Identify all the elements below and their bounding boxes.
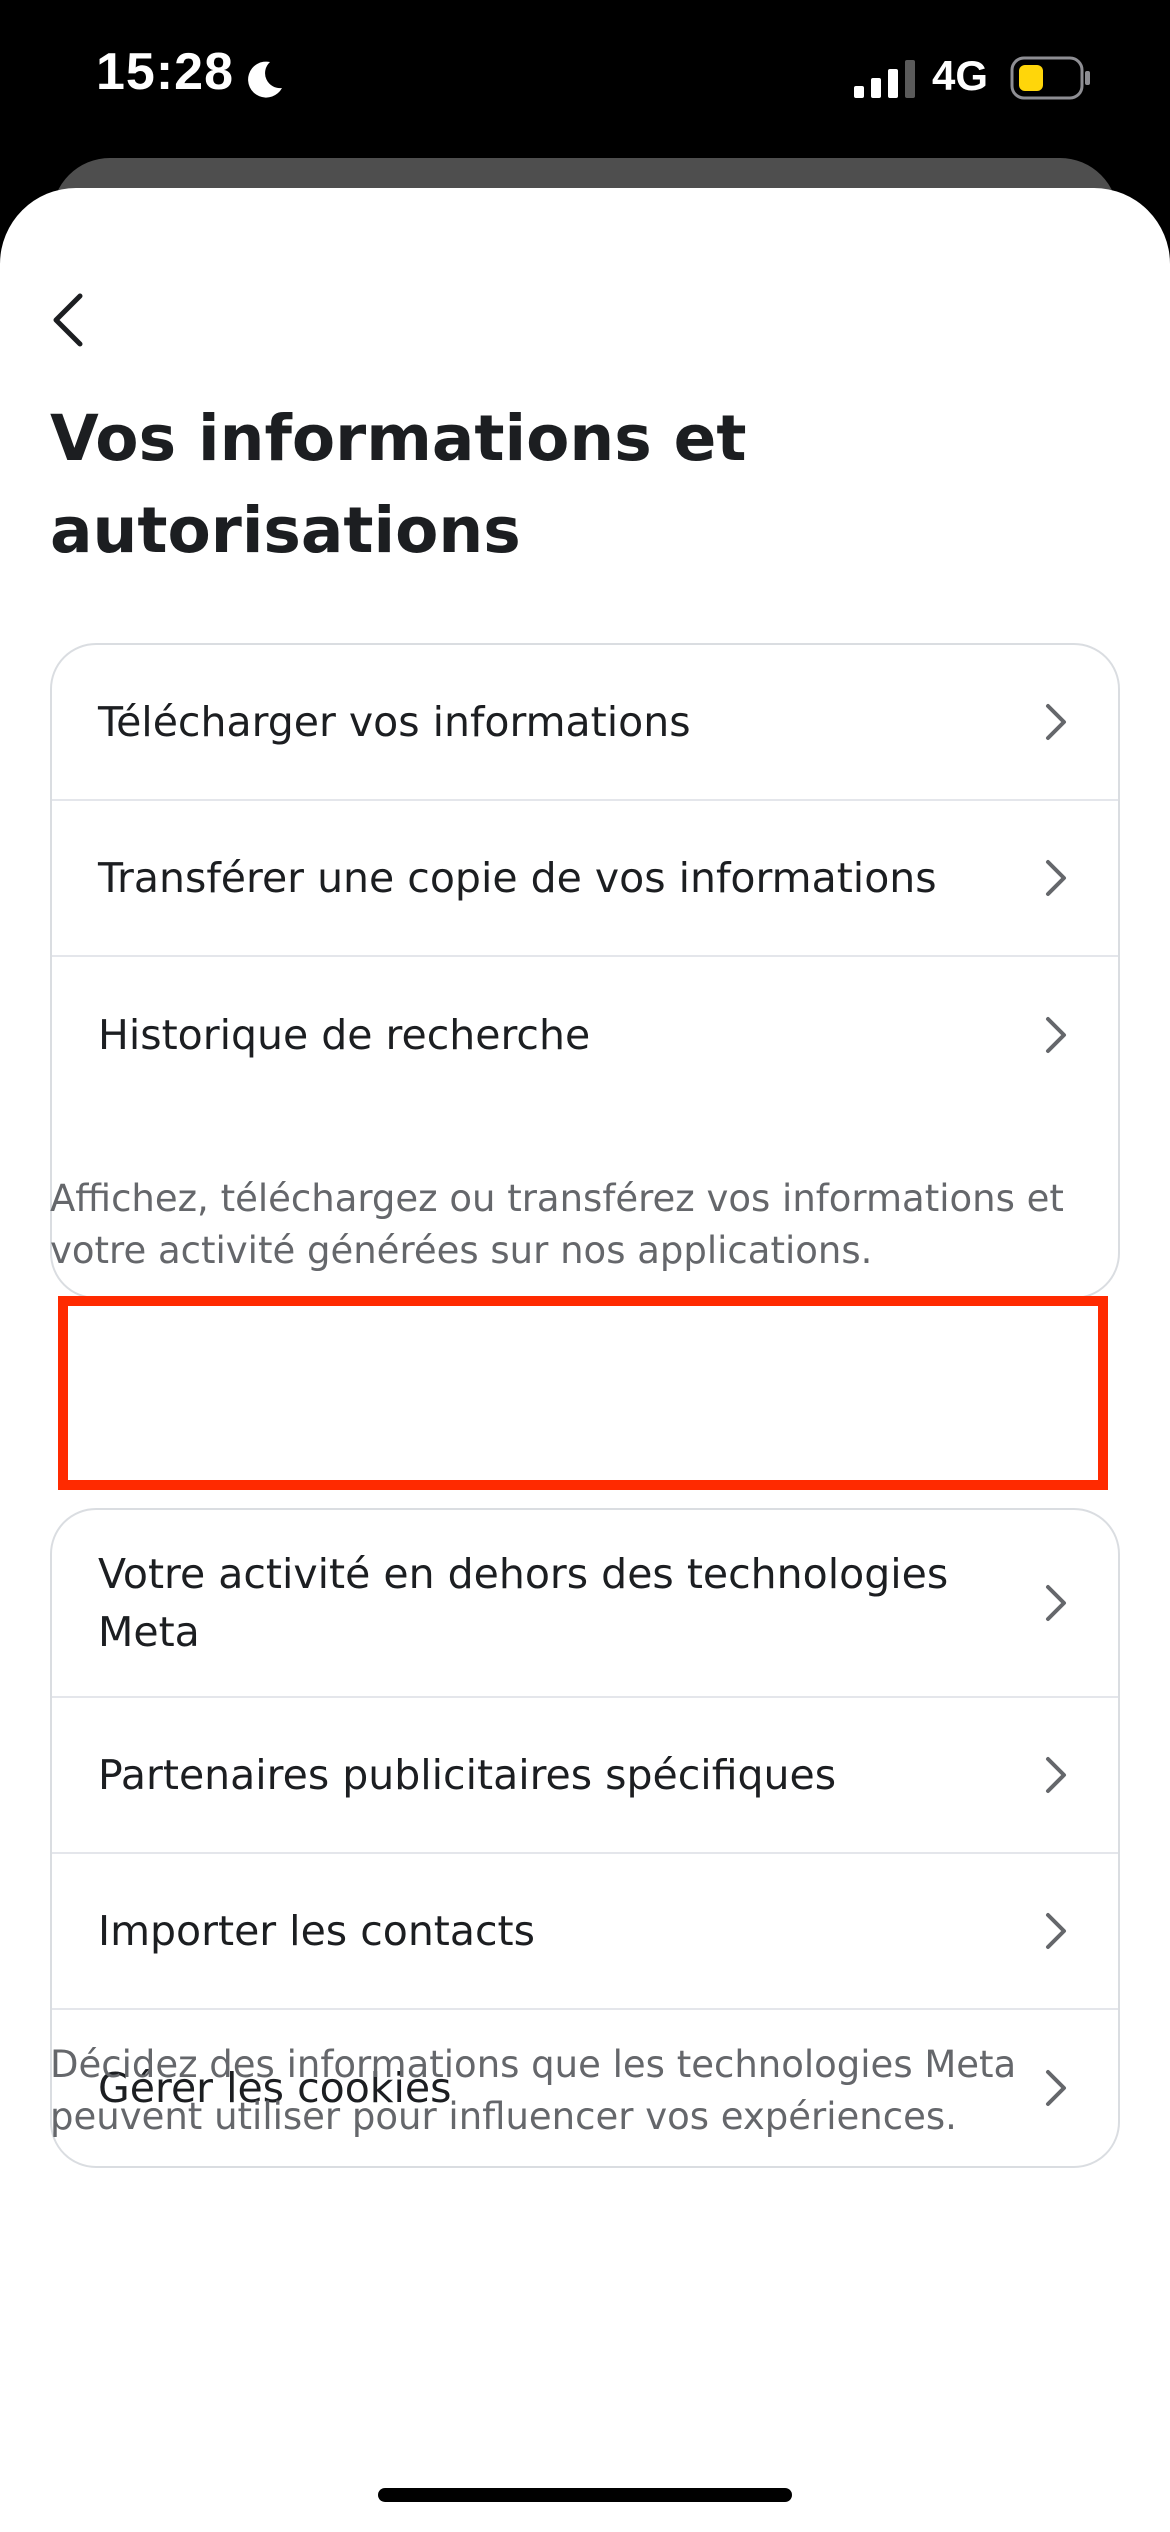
chevron-right-icon [1046,1017,1066,1053]
row-search-history[interactable]: Historique de recherche [52,957,1118,1113]
row-download-information[interactable]: Télécharger vos informations [52,645,1118,801]
row-label: Partenaires publicitaires spécifiques [98,1751,837,1799]
group-caption-info: Affichez, téléchargez ou transférez vos … [50,1177,1064,1272]
battery-icon [1010,56,1090,100]
chevron-right-icon [1046,1757,1066,1793]
highlight-box [58,1296,1108,1490]
moon-icon [248,61,282,98]
row-label: Historique de recherche [98,1011,591,1059]
row-off-meta-activity[interactable]: Votre activité en dehors des technologie… [52,1510,1118,1698]
back-button[interactable] [38,282,106,358]
chevron-right-icon [1046,860,1066,896]
row-specific-ad-partners[interactable]: Partenaires publicitaires spécifiques [52,1698,1118,1854]
chevron-right-icon [1046,704,1066,740]
status-bar: 15:28 4G [0,0,1170,160]
row-label: Votre activité en dehors des technologie… [98,1550,949,1656]
row-label: Transférer une copie de vos informations [98,854,937,902]
settings-sheet: Vos informations et autorisations Téléch… [0,188,1170,2532]
group-caption-preferences: Décidez des informations que les technol… [50,2043,1017,2138]
chevron-right-icon [1046,1585,1066,1621]
chevron-right-icon [1046,1913,1066,1949]
network-type: 4G [932,52,989,99]
row-import-contacts[interactable]: Importer les contacts [52,1854,1118,2010]
row-label: Télécharger vos informations [98,698,691,746]
page-title: Vos informations et autorisations [50,402,747,567]
home-indicator [378,2488,792,2502]
row-label: Importer les contacts [98,1907,535,1955]
row-transfer-copy[interactable]: Transférer une copie de vos informations [52,801,1118,957]
signal-icon [854,60,915,98]
status-time: 15:28 [96,43,234,101]
